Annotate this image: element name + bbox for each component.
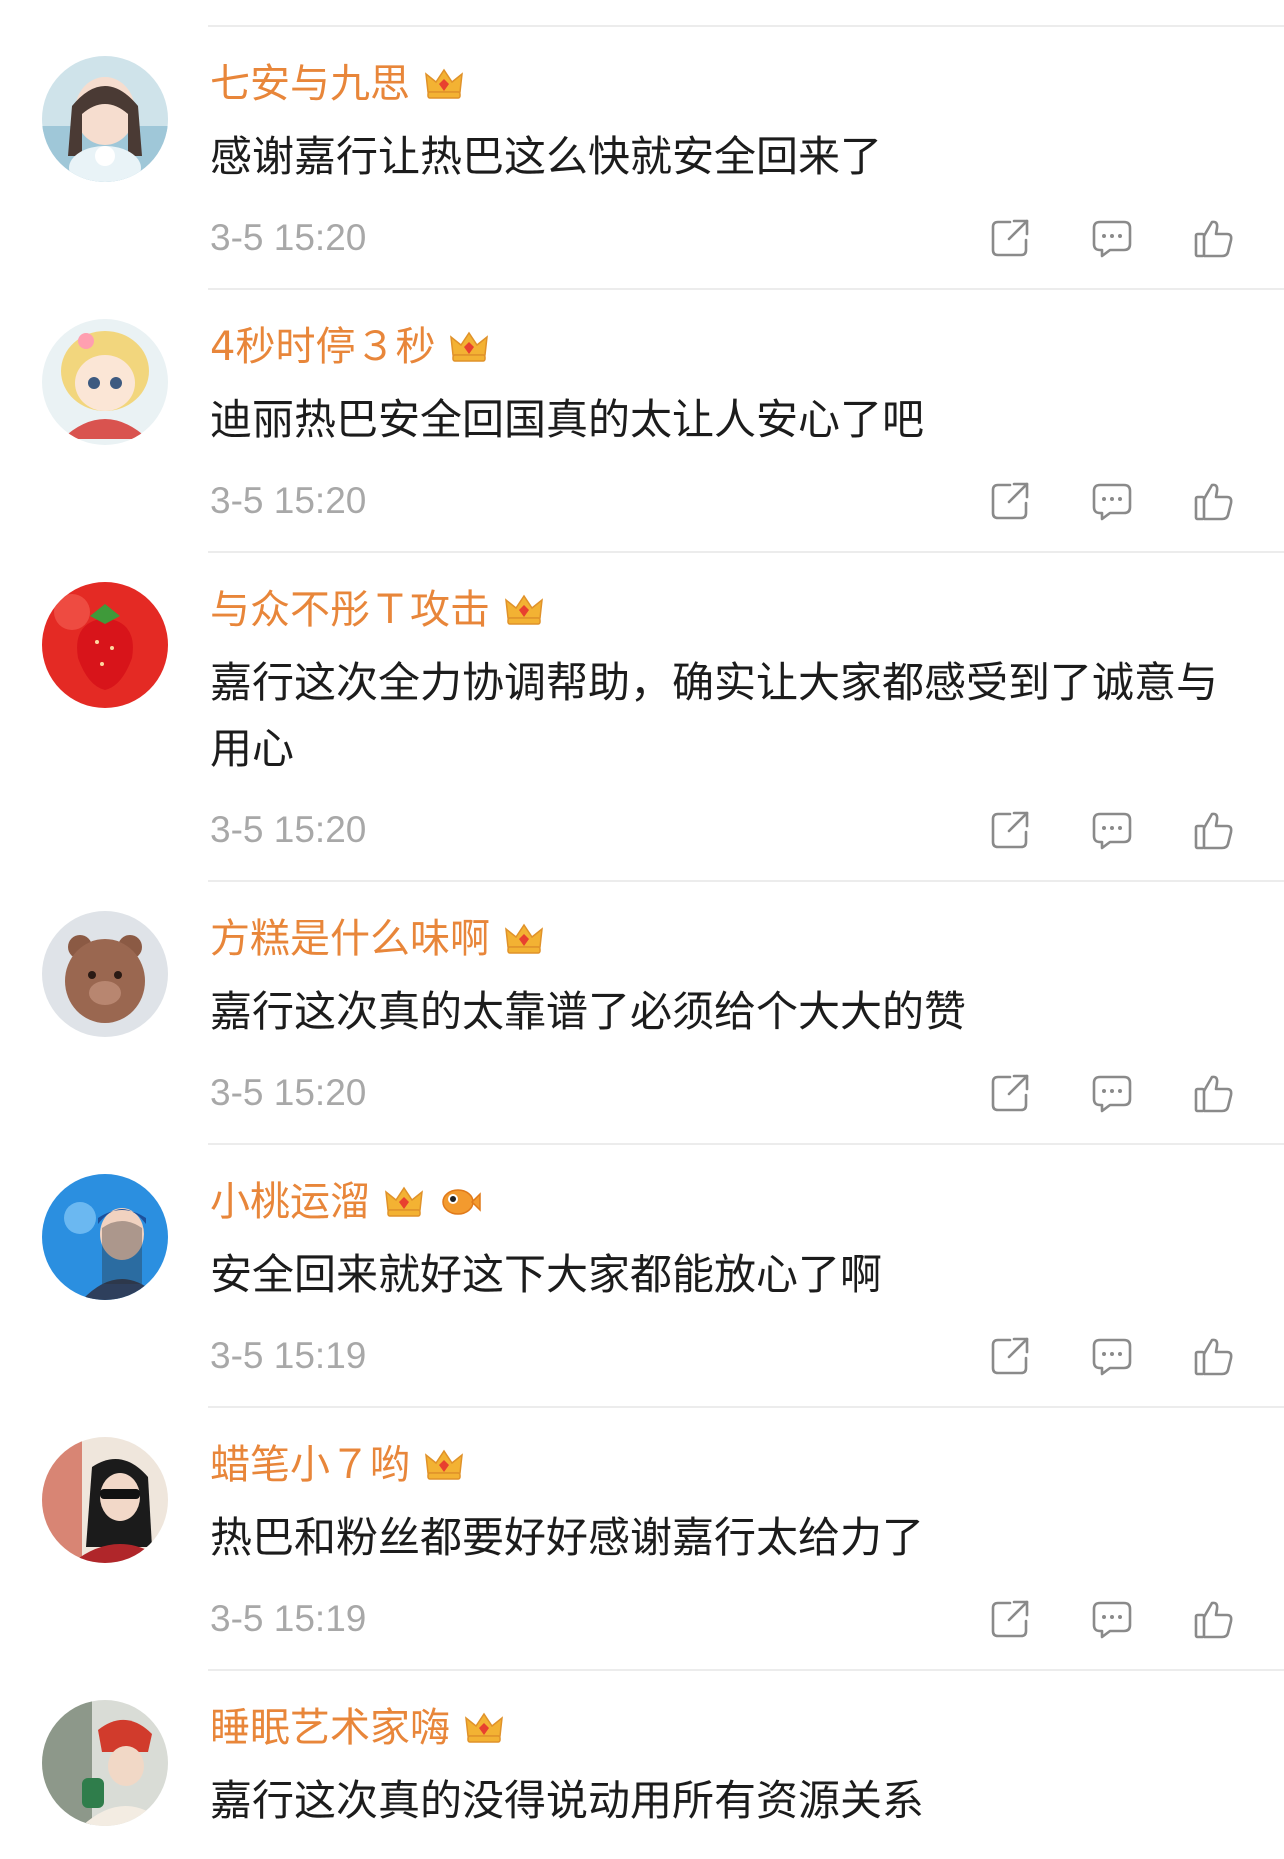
comment-text: 感谢嘉行让热巴这么快就安全回来了 [210,132,883,181]
crown-badge-icon [382,1180,426,1224]
crown-badge-icon [502,917,546,961]
comment-text: 嘉行这次真的太靠谱了必须给个大大的赞 [210,987,967,1036]
share-icon[interactable] [988,1334,1032,1378]
share-icon[interactable] [988,808,1032,852]
comment-item: 4秒时停３秒 迪丽热巴安全回国真的太让人安心了吧 3-5 15:20 [0,290,1284,553]
comment-text: 热巴和粉丝都要好好感谢嘉行太给力了 [210,1513,925,1562]
fish-badge-icon [438,1180,482,1224]
username[interactable]: 蜡笔小７哟 [210,1439,410,1491]
crown-badge-icon [447,325,491,369]
thumbs-up-icon[interactable] [1192,1071,1236,1115]
comment-icon[interactable] [1090,216,1134,260]
avatar[interactable] [42,1174,168,1300]
thumbs-up-icon[interactable] [1192,1334,1236,1378]
timestamp: 3-5 15:19 [210,1335,367,1376]
comment-item: 与众不彤Ｔ攻击 嘉行这次全力协调帮助，确实让大家都感受到了诚意与用心 3-5 1… [0,553,1284,882]
username[interactable]: 方糕是什么味啊 [210,913,490,965]
crown-badge-icon [422,62,466,106]
thumbs-up-icon[interactable] [1192,216,1236,260]
comment-icon[interactable] [1090,808,1134,852]
comment-text: 嘉行这次全力协调帮助，确实让大家都感受到了诚意与用心 [210,658,1219,773]
timestamp: 3-5 15:20 [210,809,367,850]
timestamp: 3-5 15:19 [210,1598,367,1639]
username[interactable]: 小桃运溜 [210,1176,370,1228]
username[interactable]: 睡眠艺术家嗨 [210,1702,450,1754]
timestamp: 3-5 15:20 [210,1072,367,1113]
username[interactable]: 与众不彤Ｔ攻击 [210,584,490,636]
comment-item: 睡眠艺术家嗨 嘉行这次真的没得说动用所有资源关系 [0,1671,1284,1856]
comment-text: 嘉行这次真的没得说动用所有资源关系 [210,1776,925,1825]
comment-item: 方糕是什么味啊 嘉行这次真的太靠谱了必须给个大大的赞 3-5 15:20 [0,882,1284,1145]
crown-badge-icon [502,588,546,632]
avatar[interactable] [42,319,168,445]
avatar[interactable] [42,56,168,182]
share-icon[interactable] [988,1597,1032,1641]
comment-text: 迪丽热巴安全回国真的太让人安心了吧 [210,395,925,444]
crown-badge-icon [422,1443,466,1487]
avatar[interactable] [42,582,168,708]
comment-text: 安全回来就好这下大家都能放心了啊 [210,1250,883,1299]
comment-icon[interactable] [1090,1071,1134,1115]
comment-item: 蜡笔小７哟 热巴和粉丝都要好好感谢嘉行太给力了 3-5 15:19 [0,1408,1284,1671]
thumbs-up-icon[interactable] [1192,479,1236,523]
thumbs-up-icon[interactable] [1192,808,1236,852]
comment-item: 七安与九思 感谢嘉行让热巴这么快就安全回来了 3-5 15:20 [0,27,1284,290]
comment-icon[interactable] [1090,1334,1134,1378]
timestamp: 3-5 15:20 [210,217,367,258]
comment-list: 七安与九思 感谢嘉行让热巴这么快就安全回来了 3-5 15:20 4秒时停３秒 … [0,27,1284,1856]
thumbs-up-icon[interactable] [1192,1597,1236,1641]
timestamp: 3-5 15:20 [210,480,367,521]
username[interactable]: 4秒时停３秒 [210,321,435,373]
avatar[interactable] [42,911,168,1037]
comment-item: 小桃运溜 安全回来就好这下大家都能放心了啊 3-5 15:19 [0,1145,1284,1408]
crown-badge-icon [462,1706,506,1750]
avatar[interactable] [42,1437,168,1563]
share-icon[interactable] [988,1071,1032,1115]
comment-icon[interactable] [1090,1597,1134,1641]
share-icon[interactable] [988,479,1032,523]
username[interactable]: 七安与九思 [210,58,410,110]
share-icon[interactable] [988,216,1032,260]
comment-icon[interactable] [1090,479,1134,523]
avatar[interactable] [42,1700,168,1826]
